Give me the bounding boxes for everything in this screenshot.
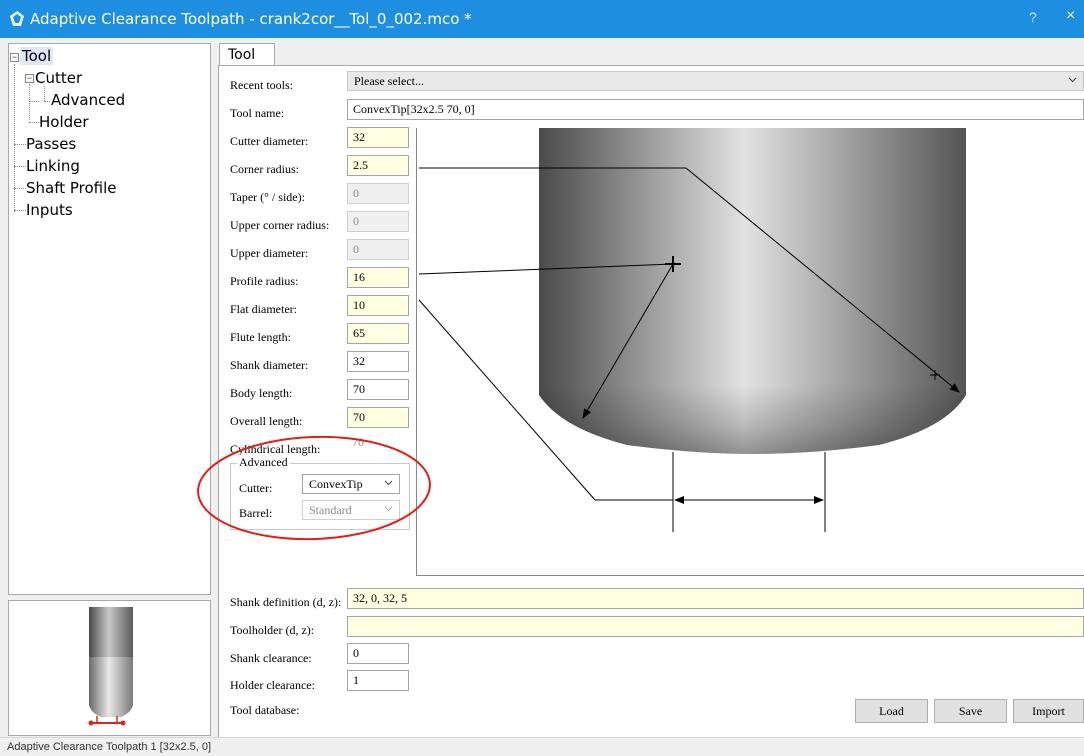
overall-length-label: Overall length:: [230, 414, 303, 428]
status-bar: Adaptive Clearance Toolpath 1 [32x2.5, 0…: [0, 737, 1084, 756]
tree-item-label: Passes: [26, 135, 77, 153]
tool-name-label: Tool name:: [230, 106, 285, 120]
profile-radius-input[interactable]: 16: [347, 267, 409, 288]
advanced-group-title: Advanced: [237, 455, 290, 470]
status-text: Adaptive Clearance Toolpath 1 [32x2.5, 0…: [7, 741, 212, 753]
recent-tools-value: Please select...: [354, 74, 424, 88]
collapse-tool-icon[interactable]: −: [10, 53, 19, 62]
tool-database-label: Tool database:: [230, 703, 300, 717]
navigation-tree: − Tool − Cutter Advanced Holder Passes L…: [8, 43, 211, 595]
import-button[interactable]: Import: [1013, 699, 1084, 723]
tree-item-label: Advanced: [51, 91, 126, 109]
tree-item-label: Holder: [39, 113, 89, 131]
tree-item-inputs[interactable]: Inputs: [26, 201, 73, 219]
recent-tools-label: Recent tools:: [230, 78, 293, 92]
body-length-input[interactable]: 70: [347, 379, 409, 400]
tree-item-tool[interactable]: Tool: [20, 47, 54, 65]
upper-corner-radius-label: Upper corner radius:: [230, 218, 330, 232]
shank-clearance-label: Shank clearance:: [230, 651, 312, 665]
taper-input: 0: [347, 183, 409, 204]
window-title: Adaptive Clearance Toolpath - crank2cor_…: [30, 10, 472, 28]
shank-definition-input[interactable]: 32, 0, 32, 5: [347, 588, 1084, 609]
tool-preview: [8, 600, 211, 736]
recent-tools-dropdown[interactable]: Please select...: [347, 71, 1084, 91]
tree-item-advanced[interactable]: Advanced: [51, 91, 125, 109]
upper-corner-radius-input: 0: [347, 211, 409, 232]
cutter-diagram: [416, 128, 1084, 576]
tree-item-label: Inputs: [26, 201, 73, 219]
tree-item-label: Tool: [22, 47, 52, 65]
barrel-label: Barrel:: [239, 506, 273, 520]
close-button[interactable]: ×: [1066, 7, 1075, 25]
chevron-down-icon: [384, 480, 393, 486]
app-icon: [10, 11, 24, 26]
tree-item-label: Cutter: [35, 69, 83, 87]
body-length-label: Body length:: [230, 386, 293, 400]
taper-label: Taper (° / side):: [230, 190, 305, 204]
shank-definition-label: Shank definition (d, z):: [230, 595, 342, 609]
shank-diameter-label: Shank diameter:: [230, 358, 309, 372]
cutter-dimension-drawing: [418, 128, 966, 532]
title-bar: Adaptive Clearance Toolpath - crank2cor_…: [0, 0, 1084, 38]
shank-diameter-input[interactable]: 32: [347, 351, 409, 372]
save-button[interactable]: Save: [934, 699, 1007, 723]
tool-name-input[interactable]: ConvexTip[32x2.5 70, 0]: [347, 99, 1084, 120]
tree-item-passes[interactable]: Passes: [26, 135, 76, 153]
barrel-dropdown: Standard: [302, 500, 400, 520]
tree-item-shaft-profile[interactable]: Shaft Profile: [26, 179, 117, 197]
tree-item-cutter[interactable]: Cutter: [35, 69, 82, 87]
chevron-down-icon: [1068, 77, 1077, 83]
toolholder-input[interactable]: [347, 616, 1084, 637]
holder-clearance-input[interactable]: 1: [347, 670, 409, 691]
tree-item-linking[interactable]: Linking: [26, 157, 80, 175]
holder-clearance-label: Holder clearance:: [230, 678, 315, 692]
cutter-type-value: ConvexTip: [309, 477, 363, 491]
flat-diameter-label: Flat diameter:: [230, 302, 297, 316]
tree-item-label: Linking: [26, 157, 80, 175]
profile-radius-label: Profile radius:: [230, 274, 299, 288]
upper-diameter-label: Upper diameter:: [230, 246, 309, 260]
tab-tool[interactable]: Tool: [219, 43, 275, 66]
load-button[interactable]: Load: [855, 699, 928, 723]
tool-preview-image: [88, 607, 133, 726]
corner-radius-label: Corner radius:: [230, 162, 299, 176]
chevron-down-icon: [384, 506, 393, 512]
corner-radius-input[interactable]: 2.5: [347, 155, 409, 176]
collapse-cutter-icon[interactable]: −: [25, 74, 34, 83]
flat-diameter-input[interactable]: 10: [347, 295, 409, 316]
toolholder-label: Toolholder (d, z):: [230, 623, 315, 637]
cylindrical-length-input: 70: [352, 435, 364, 449]
upper-diameter-input: 0: [347, 239, 409, 260]
tree-item-holder[interactable]: Holder: [39, 113, 89, 131]
barrel-value: Standard: [309, 503, 352, 517]
cutter-type-label: Cutter:: [239, 481, 273, 495]
cutter-diameter-label: Cutter diameter:: [230, 134, 309, 148]
overall-length-input[interactable]: 70: [347, 407, 409, 428]
shank-clearance-input[interactable]: 0: [347, 643, 409, 664]
help-button[interactable]: ?: [1029, 9, 1037, 25]
flute-length-label: Flute length:: [230, 330, 291, 344]
cutter-type-dropdown[interactable]: ConvexTip: [302, 474, 400, 494]
tree-item-label: Shaft Profile: [26, 179, 117, 197]
cutter-diameter-input[interactable]: 32: [347, 127, 409, 148]
flute-length-input[interactable]: 65: [347, 323, 409, 344]
